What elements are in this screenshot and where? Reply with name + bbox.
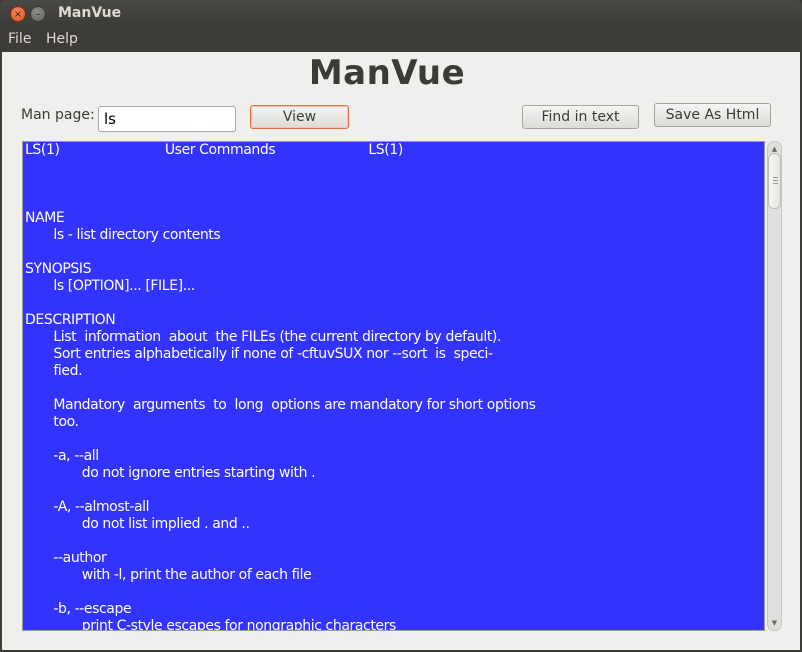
find-in-text-button[interactable]: Find in text bbox=[522, 105, 639, 129]
scroll-down-arrow-icon[interactable]: ▼ bbox=[768, 617, 781, 629]
app-heading: ManVue bbox=[308, 53, 466, 93]
man-text-line bbox=[25, 380, 755, 397]
save-as-html-button[interactable]: Save As Html bbox=[654, 103, 771, 127]
man-text-line: -b, --escape bbox=[25, 601, 132, 617]
vertical-scrollbar[interactable]: ▲ ▼ bbox=[767, 141, 782, 631]
man-text-line: with -l, print the author of each file bbox=[25, 567, 312, 583]
man-text-line bbox=[25, 193, 755, 210]
close-icon[interactable]: × bbox=[10, 6, 26, 22]
man-text-line: List information about the FILEs (the cu… bbox=[25, 329, 502, 345]
grip-line bbox=[773, 180, 778, 181]
title-bar: × – ManVue bbox=[0, 0, 802, 28]
man-page-label: Man page: bbox=[21, 107, 95, 123]
menu-bar: File Help bbox=[0, 28, 802, 52]
man-text-line bbox=[25, 244, 755, 261]
man-text-line: Mandatory arguments to long options are … bbox=[25, 397, 536, 413]
man-text-line: NAME bbox=[25, 210, 65, 226]
man-text-line: fied. bbox=[25, 363, 83, 379]
man-text-line: print C-style escapes for nongraphic cha… bbox=[25, 618, 397, 631]
man-text-line bbox=[25, 431, 755, 448]
man-text-line bbox=[25, 482, 755, 499]
man-text-line: ls [OPTION]... [FILE]... bbox=[25, 278, 195, 294]
menu-file[interactable]: File bbox=[8, 31, 31, 47]
man-text-line bbox=[25, 295, 755, 312]
window-title: ManVue bbox=[58, 5, 122, 21]
view-button[interactable]: View bbox=[250, 105, 349, 129]
man-page-input[interactable] bbox=[98, 106, 236, 132]
minimize-icon[interactable]: – bbox=[30, 6, 46, 22]
grip-line bbox=[773, 177, 778, 178]
man-text-line bbox=[25, 533, 755, 550]
man-text-line: LS(1) User Commands LS(1) bbox=[25, 142, 403, 158]
man-text-line: -a, --all bbox=[25, 448, 99, 464]
man-text-line: DESCRIPTION bbox=[25, 312, 116, 328]
man-text-line: too. bbox=[25, 414, 79, 430]
man-text-line: SYNOPSIS bbox=[25, 261, 92, 277]
man-page-viewer[interactable]: LS(1) User Commands LS(1) NAME ls - list… bbox=[22, 141, 765, 631]
man-text-line: -A, --almost-all bbox=[25, 499, 150, 515]
man-text-line: do not list implied . and .. bbox=[25, 516, 250, 532]
grip-line bbox=[773, 183, 778, 184]
man-text-line: do not ignore entries starting with . bbox=[25, 465, 316, 481]
man-text-line bbox=[25, 176, 755, 193]
main-panel: ManVue Man page: View Find in text Save … bbox=[2, 52, 800, 650]
man-text-line: --author bbox=[25, 550, 107, 566]
man-text-line: Sort entries alphabetically if none of -… bbox=[25, 346, 493, 362]
man-text-line bbox=[25, 584, 755, 601]
man-text-line: ls - list directory contents bbox=[25, 227, 221, 243]
man-text-line bbox=[25, 159, 755, 176]
man-page-text: LS(1) User Commands LS(1) NAME ls - list… bbox=[25, 142, 755, 631]
menu-help[interactable]: Help bbox=[46, 31, 78, 47]
scrollbar-thumb[interactable] bbox=[768, 153, 781, 209]
